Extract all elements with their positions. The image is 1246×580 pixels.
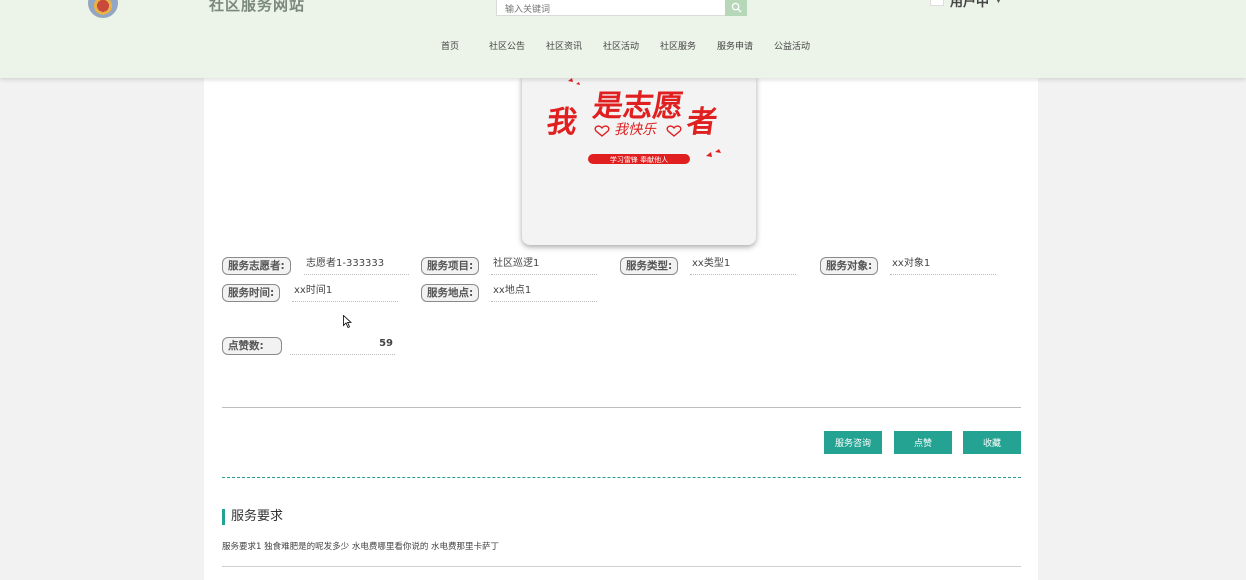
main-nav: 首页 社区公告 社区资讯 社区活动 社区服务 服务申请 公益活动 [430,40,819,54]
poster-headline-a: 我 [544,105,579,140]
service-consult-button[interactable]: 服务咨询 [824,431,882,454]
target-value: xx对象1 [890,257,996,275]
chevron-down-icon: ▼ [995,0,1002,5]
nav-item-charity[interactable]: 公益活动 [762,40,819,54]
project-value: 社区巡逻1 [491,257,597,275]
like-button[interactable]: 点赞 [894,431,952,454]
requirements-heading: 服务要求 [222,509,283,525]
type-value: xx类型1 [690,257,796,275]
search-icon [731,2,742,13]
likes-count: 59 [290,337,395,355]
time-value: xx时间1 [292,284,398,302]
poster-subline: 我快乐 [614,122,657,138]
nav-item-home[interactable]: 首页 [430,40,477,54]
poster-headline-c: 者 [684,105,719,140]
project-label: 服务项目: [421,257,480,275]
bottom-divider [222,566,1021,567]
place-label: 服务地点: [421,284,480,302]
service-poster-image: 我 是志愿 者 我快乐 学习雷锋 奉献他人 [522,72,756,245]
search-button[interactable] [725,0,747,16]
nav-item-news[interactable]: 社区资讯 [534,40,591,54]
requirements-text: 服务要求1 独食难肥是的呢发多少 水电费哪里看你说的 水电费那里卡萨丁 [222,542,500,552]
divider [222,407,1021,408]
dashed-divider [222,477,1021,478]
poster-banner-text: 学习雷锋 奉献他人 [610,155,668,164]
likes-label: 点赞数: [222,337,282,355]
site-header: 社区服务网站 用户中 ▼ 首页 社区公告 社区资讯 社区活动 社区服务 服务申请… [0,0,1246,78]
favorite-button[interactable]: 收藏 [963,431,1021,454]
user-name: 用户中 [950,0,990,10]
mouse-cursor-icon [343,315,352,328]
user-avatar-icon [930,0,944,6]
site-logo[interactable] [88,0,118,18]
place-value: xx地点1 [491,284,597,302]
nav-item-activities[interactable]: 社区活动 [591,40,648,54]
search-input[interactable] [496,0,726,16]
action-bar: 服务咨询 点赞 收藏 [824,431,1021,454]
type-label: 服务类型: [620,257,679,275]
nav-item-notices[interactable]: 社区公告 [477,40,534,54]
volunteer-label: 服务志愿者: [222,257,291,275]
poster-headline-b: 是志愿 [591,89,686,124]
user-menu[interactable]: 用户中 ▼ [930,0,1002,10]
service-detail-panel: 我 是志愿 者 我快乐 学习雷锋 奉献他人 服务志愿者: 志愿者1-333333… [204,72,1038,580]
target-label: 服务对象: [820,257,879,275]
nav-item-services[interactable]: 社区服务 [648,40,705,54]
site-title[interactable]: 社区服务网站 [209,0,305,15]
nav-item-service-apply[interactable]: 服务申请 [705,40,762,54]
volunteer-value: 志愿者1-333333 [304,257,409,275]
time-label: 服务时间: [222,284,281,302]
